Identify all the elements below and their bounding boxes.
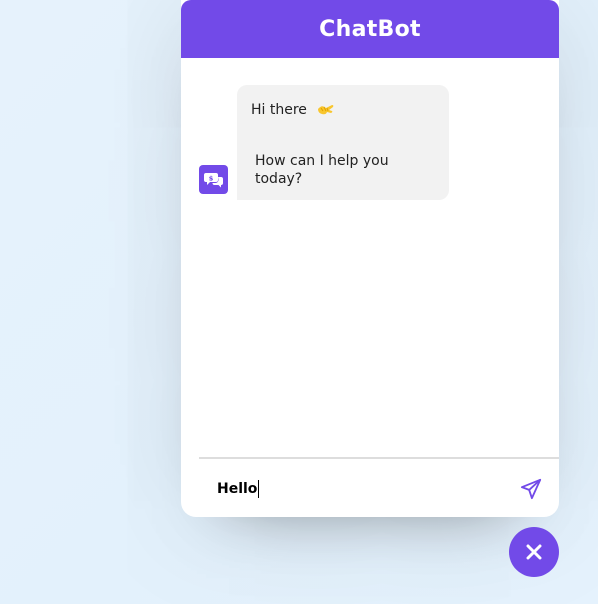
- waving-hand-emoji: [317, 103, 335, 117]
- send-button[interactable]: [519, 477, 543, 501]
- chat-title: ChatBot: [319, 16, 421, 42]
- chatbot-window: ChatBot $ Hi there How can I help you to…: [181, 0, 559, 517]
- chat-bubbles-icon: $: [199, 165, 228, 194]
- page: ChatBot $ Hi there How can I help you to…: [0, 0, 598, 604]
- chat-header: ChatBot: [181, 0, 559, 58]
- incoming-message: $ Hi there How can I help you today?: [199, 85, 449, 200]
- svg-text:$: $: [208, 174, 213, 182]
- chat-messages: $ Hi there How can I help you today?: [181, 58, 559, 458]
- message-line-question: How can I help you today?: [255, 153, 389, 187]
- message-bubble: Hi there How can I help you today?: [237, 85, 449, 200]
- text-caret: [258, 480, 260, 498]
- chatbot-toggle-button[interactable]: [509, 527, 559, 577]
- chat-input-area: Hello: [199, 457, 559, 517]
- close-icon: [526, 544, 542, 560]
- message-line-greeting: Hi there: [251, 102, 307, 118]
- message-input[interactable]: Hello: [217, 480, 519, 498]
- send-icon: [520, 478, 542, 500]
- message-input-value: Hello: [217, 481, 258, 497]
